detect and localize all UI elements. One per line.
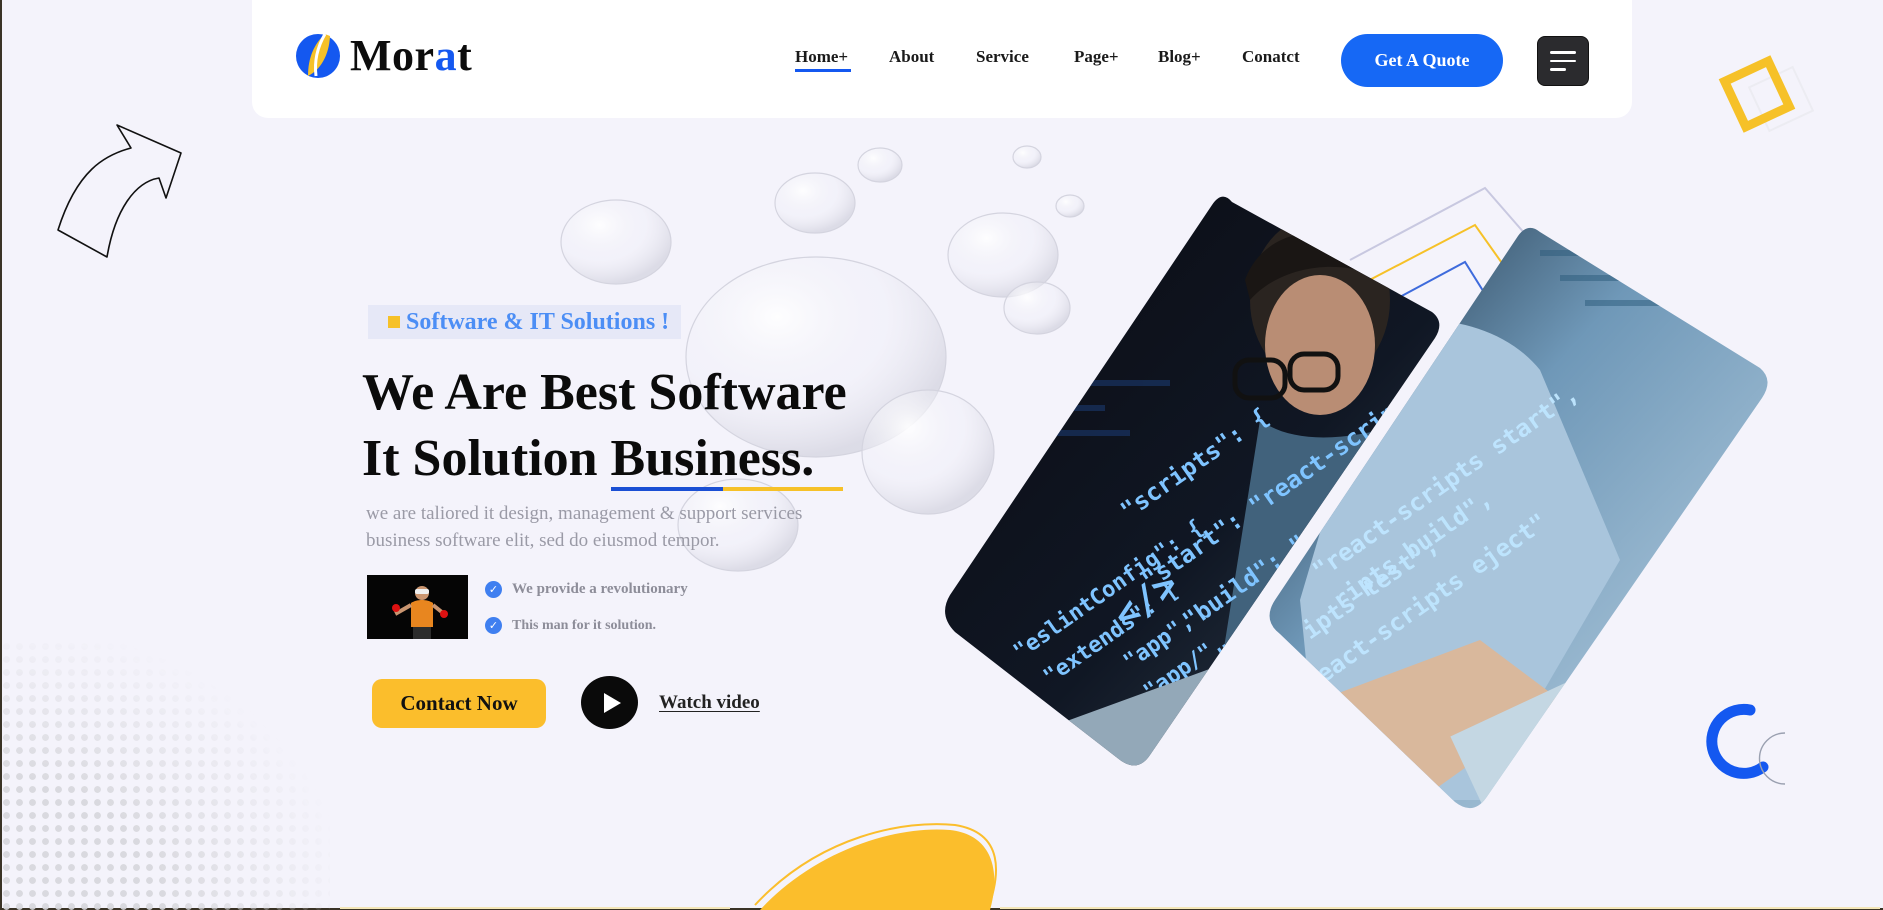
halftone-dots-decoration — [0, 640, 330, 910]
hero-description: we are taliored it design, management & … — [366, 503, 803, 551]
feature-item-2: ✓ This man for it solution. — [485, 617, 656, 634]
nav-contact[interactable]: Conatct — [1242, 47, 1300, 67]
nav-blog[interactable]: Blog+ — [1158, 47, 1201, 67]
nav-about[interactable]: About — [889, 47, 934, 67]
nav-home[interactable]: Home+ — [795, 47, 852, 72]
hero-image: </> "scripts": { "eslintConfig": { "star… — [945, 186, 1768, 809]
check-icon: ✓ — [485, 617, 502, 634]
vr-thumbnail-image — [367, 575, 468, 639]
hero-tag: Software & IT Solutions ! — [368, 305, 681, 339]
nav-page[interactable]: Page+ — [1074, 47, 1119, 67]
yellow-blob-decoration — [340, 823, 1880, 910]
play-icon — [603, 692, 621, 713]
contact-now-button[interactable]: Contact Now — [372, 679, 546, 728]
nav-service[interactable]: Service — [976, 47, 1029, 67]
site-header: Morat Home+ About Service Page+ Blog+ Co… — [252, 0, 1632, 118]
feature-item-1: ✓ We provide a revolutionary — [485, 581, 688, 598]
yellow-square-decoration — [1718, 55, 1815, 133]
get-quote-button[interactable]: Get A Quote — [1341, 34, 1503, 87]
brand-name: Morat — [350, 31, 473, 80]
hero-headline: We Are Best Software It Solution Busines… — [362, 360, 847, 492]
leaf-logo-icon — [296, 33, 340, 78]
brand-logo[interactable]: Morat — [294, 32, 472, 80]
headline-emphasis: Business. — [610, 426, 843, 492]
tag-square-icon — [388, 316, 400, 328]
play-video-button[interactable] — [581, 676, 638, 729]
curved-arrow-decoration — [57, 124, 182, 258]
menu-button[interactable] — [1537, 36, 1589, 86]
hamburger-menu-icon — [1550, 51, 1576, 54]
watch-video-link[interactable]: Watch video — [659, 692, 760, 714]
check-icon: ✓ — [485, 581, 502, 598]
